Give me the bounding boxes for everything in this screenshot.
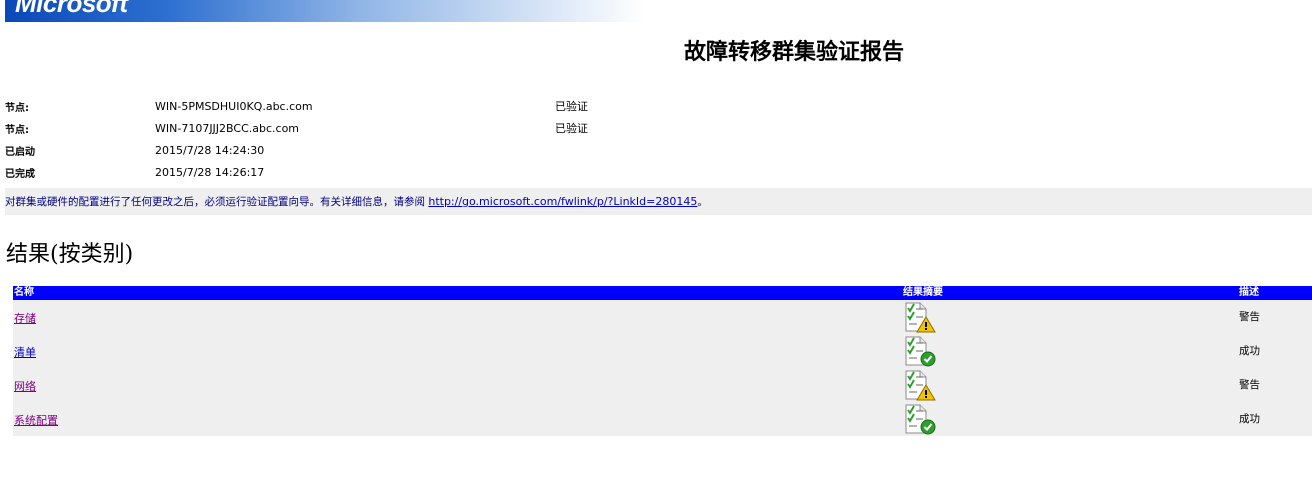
info-status: 已验证 bbox=[555, 122, 588, 135]
table-row: 网络 警告 bbox=[13, 368, 1312, 402]
result-description: 成功 bbox=[1239, 413, 1260, 425]
results-table: 名称 结果摘要 描述 存储 警告 清单 成功 网络 警告 系统配置 成功 bbox=[13, 286, 1312, 436]
column-header-description: 描述 bbox=[1239, 287, 1259, 298]
page-title: 故障转移群集验证报告 bbox=[683, 40, 904, 65]
category-link-network[interactable]: 网络 bbox=[14, 378, 36, 394]
result-description: 警告 bbox=[1239, 311, 1260, 323]
microsoft-logo-banner: Microsoft bbox=[5, 0, 645, 22]
column-header-summary: 结果摘要 bbox=[903, 287, 943, 298]
microsoft-logo: Microsoft bbox=[15, 0, 128, 18]
category-link-inventory[interactable]: 清单 bbox=[14, 344, 36, 360]
results-header-row: 名称 结果摘要 描述 bbox=[13, 286, 1312, 300]
info-label: 节点: bbox=[5, 103, 29, 114]
table-row: 存储 警告 bbox=[13, 300, 1312, 334]
validation-notice: 对群集或硬件的配置进行了任何更改之后，必须运行验证配置向导。有关详细信息，请参阅… bbox=[5, 188, 1312, 215]
info-label: 已完成 bbox=[5, 169, 35, 180]
results-body: 存储 警告 清单 成功 网络 警告 系统配置 成功 bbox=[13, 300, 1312, 436]
results-section-title: 结果(按类别) bbox=[6, 242, 134, 267]
result-description: 成功 bbox=[1239, 345, 1260, 357]
fwlink-link[interactable]: http://go.microsoft.com/fwlink/p/?LinkId… bbox=[428, 195, 697, 208]
info-value: 2015/7/28 14:26:17 bbox=[155, 166, 265, 179]
info-status: 已验证 bbox=[555, 100, 588, 113]
info-value: WIN-7107JJJ2BCC.abc.com bbox=[155, 122, 300, 135]
info-value: WIN-5PMSDHUI0KQ.abc.com bbox=[155, 100, 313, 113]
table-row: 系统配置 成功 bbox=[13, 402, 1312, 436]
notice-text: 对群集或硬件的配置进行了任何更改之后，必须运行验证配置向导。有关详细信息，请参阅 bbox=[5, 196, 429, 208]
warning-icon bbox=[905, 370, 936, 401]
category-link-system-configuration[interactable]: 系统配置 bbox=[14, 412, 58, 428]
result-description: 警告 bbox=[1239, 379, 1260, 391]
column-header-name: 名称 bbox=[14, 287, 34, 298]
info-label: 节点: bbox=[5, 125, 29, 136]
success-icon bbox=[905, 336, 936, 367]
notice-suffix: 。 bbox=[697, 196, 708, 208]
info-value: 2015/7/28 14:24:30 bbox=[155, 144, 265, 157]
table-row: 清单 成功 bbox=[13, 334, 1312, 368]
category-link-storage[interactable]: 存储 bbox=[14, 310, 36, 326]
info-label: 已启动 bbox=[5, 147, 35, 158]
warning-icon bbox=[905, 302, 936, 333]
success-icon bbox=[905, 404, 936, 435]
